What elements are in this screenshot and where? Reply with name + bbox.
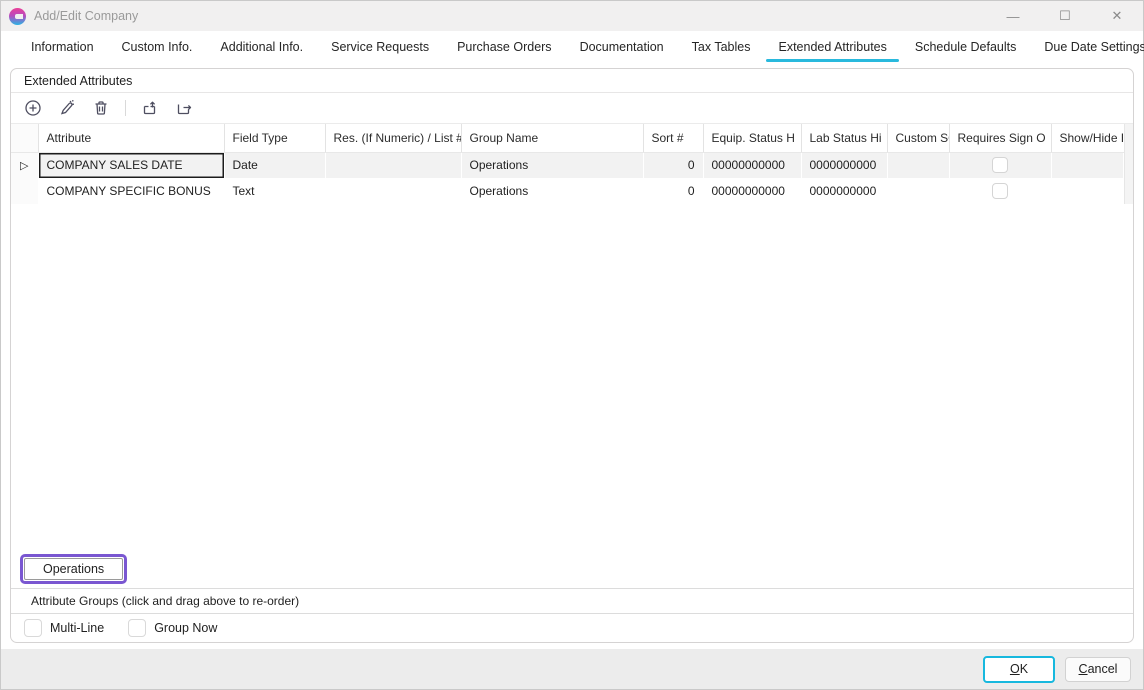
cell-attribute[interactable]: COMPANY SALES DATE [38,152,224,178]
trash-icon [92,99,110,117]
edit-wand-icon [58,99,76,117]
cell-requires-sign-off [949,152,1051,178]
export-button[interactable] [174,98,194,118]
attributes-grid: Attribute Field Type Res. (If Numeric) /… [11,123,1133,204]
cell-group-name[interactable]: Operations [461,178,643,204]
attribute-group-label: Operations [24,558,123,580]
multi-line-checkbox[interactable] [24,619,42,637]
col-sort[interactable]: Sort # [643,124,703,152]
cell-sort[interactable]: 0 [643,152,703,178]
import-icon [141,99,160,117]
tab-additional-info[interactable]: Additional Info. [206,31,317,63]
cell-requires-sign-off [949,178,1051,204]
cell-custom-sc[interactable] [887,178,949,204]
add-icon [24,99,42,117]
attributes-toolbar [11,93,1133,123]
maximize-button[interactable]: ☐ [1039,1,1091,31]
cell-equip-status[interactable]: 00000000000 [703,178,801,204]
toolbar-separator [125,100,126,116]
group-now-label: Group Now [154,621,217,635]
table-row[interactable]: ▷ COMPANY SALES DATE Date Operations 0 0… [11,152,1123,178]
tab-information[interactable]: Information [17,31,108,63]
tab-due-date-settings[interactable]: Due Date Settings [1030,31,1144,63]
table-row[interactable]: COMPANY SPECIFIC BONUS Text Operations 0… [11,178,1123,204]
dialog-footer: OK Cancel [1,649,1143,689]
tab-schedule-defaults[interactable]: Schedule Defaults [901,31,1030,63]
attribute-groups-hint: Attribute Groups (click and drag above t… [11,588,1133,614]
minimize-button[interactable]: — [987,1,1039,31]
add-attribute-button[interactable] [23,98,43,118]
cell-field-type[interactable]: Text [224,178,325,204]
tab-bar: Information Custom Info. Additional Info… [1,31,1143,63]
delete-attribute-button[interactable] [91,98,111,118]
multi-line-option[interactable]: Multi-Line [24,619,104,637]
cell-res-list[interactable] [325,178,461,204]
cancel-button[interactable]: Cancel [1065,657,1131,682]
grid-header-row: Attribute Field Type Res. (If Numeric) /… [11,124,1123,152]
title-bar: Add/Edit Company — ☐ ✕ [1,1,1143,31]
options-row: Multi-Line Group Now [11,614,1133,642]
extended-attributes-panel: Extended Attributes [10,68,1134,643]
grid-empty-area [11,204,1133,550]
row-indicator: ▷ [11,152,38,178]
export-icon [175,99,194,117]
attribute-group-chip-operations[interactable]: Operations [20,554,127,584]
cell-attribute[interactable]: COMPANY SPECIFIC BONUS [38,178,224,204]
window-title: Add/Edit Company [34,9,987,23]
cell-lab-status[interactable]: 0000000000 [801,178,887,204]
cell-sort[interactable]: 0 [643,178,703,204]
col-field-type[interactable]: Field Type [224,124,325,152]
cell-field-type[interactable]: Date [224,152,325,178]
panel-title: Extended Attributes [11,69,1133,93]
col-lab-status[interactable]: Lab Status Hi [801,124,887,152]
group-now-option[interactable]: Group Now [128,619,217,637]
app-logo-icon [9,8,26,25]
col-res-list[interactable]: Res. (If Numeric) / List # [325,124,461,152]
col-requires-sign-off[interactable]: Requires Sign O [949,124,1051,152]
cell-equip-status[interactable]: 00000000000 [703,152,801,178]
cell-show-hide[interactable] [1051,152,1123,178]
import-button[interactable] [140,98,160,118]
col-group-name[interactable]: Group Name [461,124,643,152]
multi-line-label: Multi-Line [50,621,104,635]
col-row-selector [11,124,38,152]
col-equip-status[interactable]: Equip. Status H [703,124,801,152]
col-show-hide[interactable]: Show/Hide By [1051,124,1123,152]
cell-res-list[interactable] [325,152,461,178]
cell-custom-sc[interactable] [887,152,949,178]
close-button[interactable]: ✕ [1091,1,1143,31]
col-custom-sc[interactable]: Custom SC [887,124,949,152]
group-now-checkbox[interactable] [128,619,146,637]
tab-documentation[interactable]: Documentation [566,31,678,63]
col-attribute[interactable]: Attribute [38,124,224,152]
cell-show-hide[interactable] [1051,178,1123,204]
requires-sign-off-checkbox[interactable] [992,183,1008,199]
requires-sign-off-checkbox[interactable] [992,157,1008,173]
tab-purchase-orders[interactable]: Purchase Orders [443,31,565,63]
cell-group-name[interactable]: Operations [461,152,643,178]
tab-extended-attributes[interactable]: Extended Attributes [764,31,900,63]
attribute-groups-row: Operations [11,550,1133,588]
row-indicator [11,178,38,204]
tab-custom-info[interactable]: Custom Info. [108,31,207,63]
tab-service-requests[interactable]: Service Requests [317,31,443,63]
cell-lab-status[interactable]: 0000000000 [801,152,887,178]
vertical-scrollbar[interactable] [1124,124,1134,204]
tab-tax-tables[interactable]: Tax Tables [678,31,765,63]
cancel-button-label: Cancel [1079,662,1118,676]
ok-button-label: OK [1010,662,1028,676]
ok-button[interactable]: OK [983,656,1055,683]
edit-attribute-button[interactable] [57,98,77,118]
